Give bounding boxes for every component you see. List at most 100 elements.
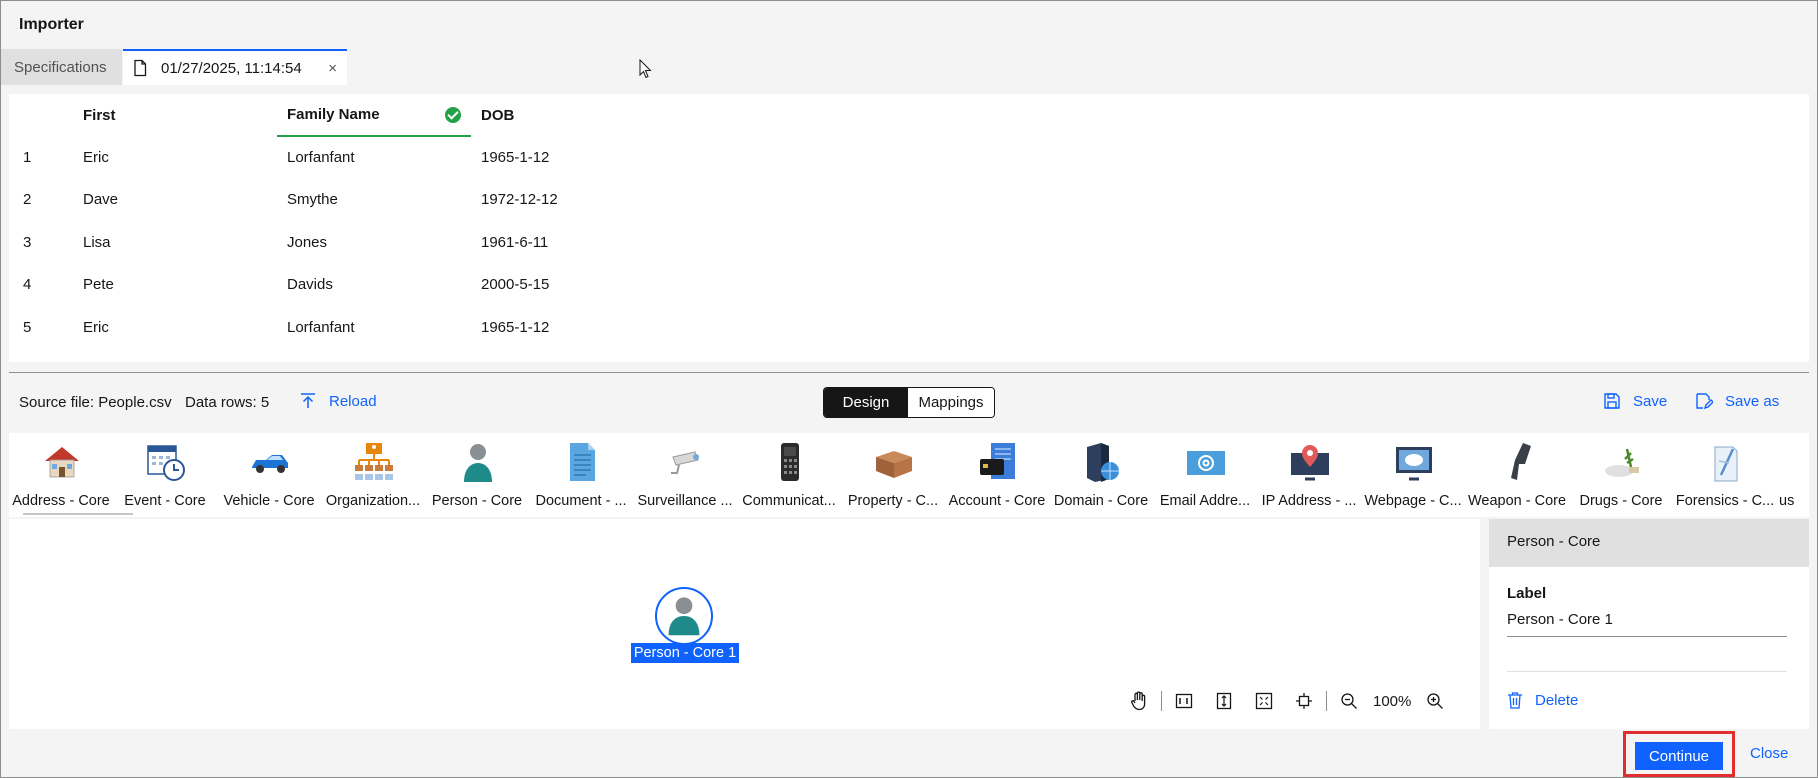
fit-all-button[interactable] xyxy=(1244,687,1284,715)
label-input[interactable]: Person - Core 1 xyxy=(1507,611,1787,637)
palette-item-label: Forensics - C... xyxy=(1675,493,1775,509)
cell-first: Dave xyxy=(83,191,119,209)
tab-specifications[interactable]: Specifications xyxy=(1,49,122,85)
tab-bar: Specifications 01/27/2025, 11:14:54 × xyxy=(1,49,1817,85)
save-as-button[interactable]: Save as xyxy=(1695,392,1779,410)
palette-item-property[interactable]: Property - C... xyxy=(841,433,945,517)
palette-item-webpage[interactable]: Webpage - C... xyxy=(1361,433,1465,517)
palette-item-label: us xyxy=(1779,493,1795,509)
cell-family-name: Smythe xyxy=(287,191,338,209)
palette-item-partial[interactable]: us xyxy=(1777,433,1809,517)
palette-item-person[interactable]: Person - Core xyxy=(425,433,529,517)
actual-size-button[interactable] xyxy=(1164,687,1204,715)
cell-dob: 1972-12-12 xyxy=(481,191,558,209)
footer-bar: Continue Close xyxy=(1,731,1817,777)
panel-divider[interactable] xyxy=(9,372,1809,373)
table-row: 1 Eric Lorfanfant 1965-1-12 xyxy=(9,136,671,179)
person-icon xyxy=(668,597,700,636)
window-title: Importer xyxy=(19,16,84,33)
palette-item-communication[interactable]: Communicat... xyxy=(737,433,841,517)
design-canvas[interactable]: Person - Core 1 100% xyxy=(9,519,1480,729)
person-node-label[interactable]: Person - Core 1 xyxy=(631,643,739,663)
palette-item-forensics[interactable]: Forensics - C... xyxy=(1673,433,1777,517)
source-file-text: Source file: People.csv xyxy=(19,394,172,411)
fit-height-button[interactable] xyxy=(1204,687,1244,715)
zoom-out-icon xyxy=(1341,693,1357,709)
properties-panel: Person - Core Label Person - Core 1 Dele… xyxy=(1489,519,1809,729)
cell-family-name: Davids xyxy=(287,276,333,294)
palette-item-vehicle[interactable]: Vehicle - Core xyxy=(217,433,321,517)
cell-dob: 2000-5-15 xyxy=(481,276,550,294)
continue-button[interactable]: Continue xyxy=(1635,742,1723,770)
data-grid-panel: First Family Name DOB 1 Eric Lorfanfant … xyxy=(9,94,1809,362)
palette-item-account[interactable]: Account - Core xyxy=(945,433,1049,517)
pan-tool-button[interactable] xyxy=(1119,687,1159,715)
tab-close-icon[interactable]: × xyxy=(328,60,337,77)
mappings-tab[interactable]: Mappings xyxy=(908,388,994,417)
importer-window: Importer Specifications 01/27/2025, 11:1… xyxy=(0,0,1818,778)
palette-item-email[interactable]: Email Addre... xyxy=(1153,433,1257,517)
save-as-label: Save as xyxy=(1725,392,1780,410)
label-field-title: Label xyxy=(1507,585,1547,602)
design-tab[interactable]: Design xyxy=(824,388,908,417)
continue-highlight-box: Continue xyxy=(1623,731,1735,777)
server-globe-icon xyxy=(1087,443,1119,482)
palette-item-label: Email Addre... xyxy=(1159,493,1251,509)
palette-item-label: IP Address - ... xyxy=(1261,493,1357,509)
upload-icon xyxy=(301,393,315,408)
tab-file-label: 01/27/2025, 11:14:54 xyxy=(161,59,302,77)
delete-button[interactable]: Delete xyxy=(1507,691,1578,709)
zoom-in-icon xyxy=(1427,693,1444,709)
web-monitor-icon xyxy=(1396,447,1432,481)
save-button[interactable]: Save xyxy=(1603,392,1667,410)
table-row: 5 Eric Lorfanfant 1965-1-12 xyxy=(9,306,671,349)
org-chart-icon xyxy=(355,443,393,480)
fit-to-screen-icon xyxy=(1255,692,1273,710)
reload-button[interactable]: Reload xyxy=(299,392,377,410)
data-grid: First Family Name DOB 1 Eric Lorfanfant … xyxy=(9,94,671,349)
drugs-icon xyxy=(1605,448,1639,477)
header-family-name-label: Family Name xyxy=(287,106,380,123)
cell-family-name: Lorfanfant xyxy=(287,149,355,167)
cell-dob: 1965-1-12 xyxy=(481,318,550,336)
delete-label: Delete xyxy=(1535,691,1579,709)
palette-item-surveillance[interactable]: Surveillance ... xyxy=(633,433,737,517)
cell-dob: 1965-1-12 xyxy=(481,148,550,166)
palette-item-document[interactable]: Document - ... xyxy=(529,433,633,517)
hand-icon xyxy=(1131,691,1146,711)
zoom-level: 100% xyxy=(1373,692,1412,710)
center-button[interactable] xyxy=(1284,687,1324,715)
palette-item-label: Event - Core xyxy=(124,493,206,509)
palette-item-drugs[interactable]: Drugs - Core xyxy=(1569,433,1673,517)
header-dob[interactable]: DOB xyxy=(471,94,671,136)
tab-specifications-label: Specifications xyxy=(14,58,107,76)
tab-file[interactable]: 01/27/2025, 11:14:54 × xyxy=(123,49,347,85)
palette-item-label: Person - Core xyxy=(431,493,523,509)
mouse-cursor-icon xyxy=(639,59,652,79)
palette-item-address[interactable]: Address - Core xyxy=(9,433,113,517)
header-family-name[interactable]: Family Name xyxy=(277,94,471,137)
palette-item-ip-address[interactable]: IP Address - ... xyxy=(1257,433,1361,517)
palette-item-organization[interactable]: Organization... xyxy=(321,433,425,517)
zoom-out-button[interactable] xyxy=(1329,687,1369,715)
toolbar-separator xyxy=(1161,691,1162,711)
palette-item-label: Address - Core xyxy=(12,493,110,509)
header-first[interactable]: First xyxy=(83,94,277,136)
palette-item-weapon[interactable]: Weapon - Core xyxy=(1465,433,1569,517)
zoom-in-button[interactable] xyxy=(1415,687,1455,715)
save-as-icon xyxy=(1696,393,1713,410)
view-switcher: Design Mappings xyxy=(823,387,995,418)
save-icon xyxy=(1604,393,1620,409)
document-icon xyxy=(570,443,595,481)
row-number: 2 xyxy=(23,191,32,209)
cell-family-name: Jones xyxy=(287,233,328,251)
close-button[interactable]: Close xyxy=(1750,745,1788,762)
phone-icon xyxy=(781,443,799,481)
person-node[interactable] xyxy=(655,587,713,645)
cell-first: Pete xyxy=(83,276,114,294)
document-icon xyxy=(134,59,147,77)
row-number: 3 xyxy=(23,233,32,251)
palette-item-label: Communicat... xyxy=(742,493,836,509)
palette-item-event[interactable]: Event - Core xyxy=(113,433,217,517)
palette-item-domain[interactable]: Domain - Core xyxy=(1049,433,1153,517)
